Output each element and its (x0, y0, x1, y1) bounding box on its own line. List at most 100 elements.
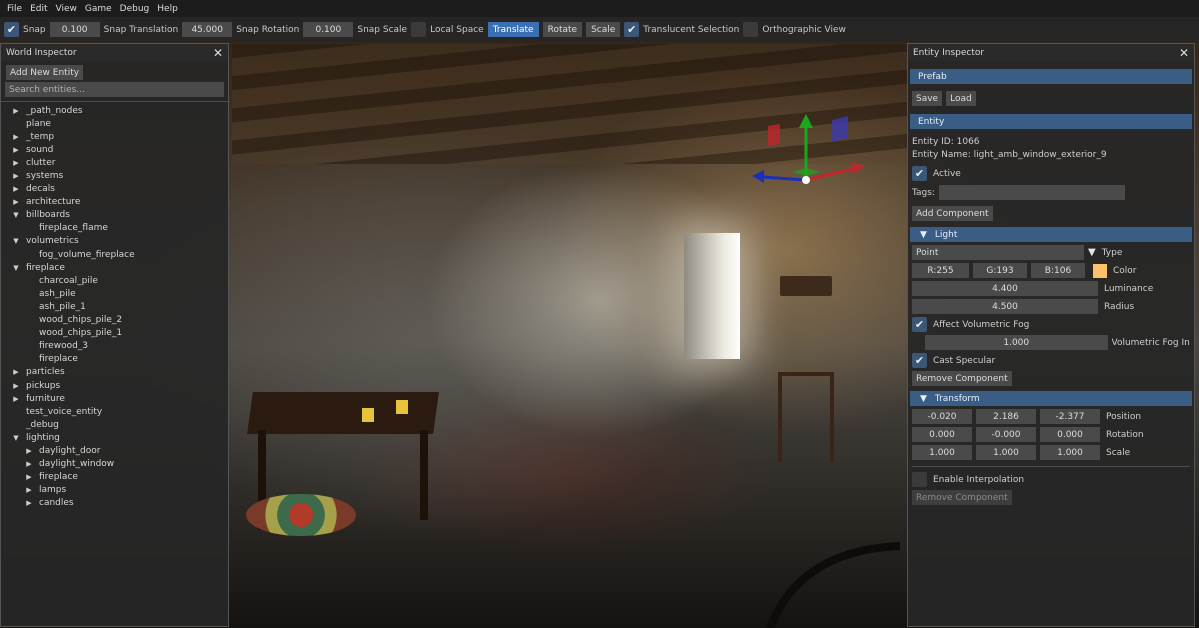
tree-item[interactable]: ▶ architecture (1, 196, 228, 209)
translate-button[interactable]: Translate (487, 22, 539, 37)
tree-item[interactable]: ▼ lighting (1, 431, 228, 444)
volumetric-fog-intensity-field[interactable]: 1.000 (925, 335, 1108, 350)
triangle-right-icon[interactable]: ▶ (11, 159, 21, 167)
save-button[interactable]: Save (912, 91, 943, 106)
position-x-field[interactable]: -0.020 (912, 409, 972, 424)
translucent-selection-checkbox[interactable]: ✔ (624, 22, 640, 37)
tree-item[interactable]: ▶ candles (1, 497, 228, 510)
entity-header[interactable]: Entity (910, 114, 1192, 129)
light-type-select[interactable]: Point (912, 245, 1084, 260)
radius-field[interactable]: 4.500 (912, 299, 1098, 314)
orthographic-view-checkbox[interactable] (743, 22, 759, 37)
enable-interpolation-checkbox[interactable] (912, 472, 927, 487)
close-icon[interactable]: ✕ (1179, 46, 1189, 60)
tree-item[interactable]: fog_volume_fireplace (1, 248, 228, 261)
triangle-down-icon[interactable]: ▼ (11, 211, 21, 219)
menu-game[interactable]: Game (81, 4, 116, 14)
menu-debug[interactable]: Debug (116, 4, 154, 14)
luminance-field[interactable]: 4.400 (912, 281, 1098, 296)
remove-transform-component-button[interactable]: Remove Component (912, 490, 1012, 505)
dropdown-arrow-icon[interactable]: ▼ (1088, 247, 1096, 258)
local-space-checkbox[interactable] (411, 22, 427, 37)
tree-item[interactable]: plane (1, 117, 228, 130)
snap-rotation-field[interactable]: 0.100 (303, 22, 354, 37)
snap-checkbox[interactable]: ✔ (4, 22, 19, 37)
snap-value-field[interactable]: 0.100 (49, 22, 100, 37)
tags-input[interactable] (938, 185, 1125, 200)
menu-edit[interactable]: Edit (26, 4, 51, 14)
world-inspector-titlebar[interactable]: World Inspector ✕ (1, 44, 228, 61)
tree-item[interactable]: ▶ daylight_door (1, 444, 228, 457)
triangle-down-icon[interactable]: ▼ (11, 434, 21, 442)
color-b-field[interactable]: B:106 (1031, 263, 1085, 278)
triangle-down-icon[interactable]: ▼ (11, 264, 21, 272)
transform-header[interactable]: ▼ Transform (910, 391, 1192, 406)
color-swatch[interactable] (1093, 263, 1107, 278)
tree-item[interactable]: firewood_3 (1, 340, 228, 353)
scale-x-field[interactable]: 1.000 (912, 445, 972, 460)
triangle-right-icon[interactable]: ▶ (11, 198, 21, 206)
tree-item[interactable]: wood_chips_pile_2 (1, 314, 228, 327)
triangle-right-icon[interactable]: ▶ (11, 107, 21, 115)
light-header[interactable]: ▼ Light (910, 227, 1192, 242)
triangle-right-icon[interactable]: ▶ (11, 368, 21, 376)
tree-item[interactable]: ash_pile (1, 287, 228, 300)
affect-volumetric-fog-checkbox[interactable]: ✔ (912, 317, 927, 332)
tree-item[interactable]: ▶ decals (1, 183, 228, 196)
cast-specular-checkbox[interactable]: ✔ (912, 353, 927, 368)
triangle-right-icon[interactable]: ▶ (11, 172, 21, 180)
remove-light-component-button[interactable]: Remove Component (912, 371, 1012, 386)
triangle-right-icon[interactable]: ▶ (11, 133, 21, 141)
triangle-right-icon[interactable]: ▶ (24, 473, 34, 481)
tree-item[interactable]: fireplace (1, 353, 228, 366)
active-checkbox[interactable]: ✔ (912, 166, 927, 181)
tree-item[interactable]: ▶ clutter (1, 156, 228, 169)
tree-item[interactable]: ▶ furniture (1, 392, 228, 405)
transform-gizmo[interactable] (748, 108, 868, 192)
scale-z-field[interactable]: 1.000 (1040, 445, 1100, 460)
rotation-z-field[interactable]: 0.000 (1040, 427, 1100, 442)
tree-item[interactable]: ▼ billboards (1, 209, 228, 222)
position-z-field[interactable]: -2.377 (1040, 409, 1100, 424)
triangle-right-icon[interactable]: ▶ (11, 395, 21, 403)
gizmo-xy-plane-icon[interactable] (768, 124, 780, 146)
triangle-right-icon[interactable]: ▶ (24, 499, 34, 507)
menu-help[interactable]: Help (153, 4, 182, 14)
triangle-right-icon[interactable]: ▶ (11, 382, 21, 390)
add-new-entity-button[interactable]: Add New Entity (6, 65, 84, 80)
snap-translation-field[interactable]: 45.000 (182, 22, 233, 37)
tree-item[interactable]: ▶ pickups (1, 379, 228, 392)
triangle-right-icon[interactable]: ▶ (24, 486, 34, 494)
rotate-button[interactable]: Rotate (542, 22, 583, 37)
rotation-x-field[interactable]: 0.000 (912, 427, 972, 442)
tree-item[interactable]: test_voice_entity (1, 405, 228, 418)
tree-item[interactable]: ▶ sound (1, 143, 228, 156)
gizmo-center-icon[interactable] (802, 176, 810, 184)
tree-item[interactable]: ash_pile_1 (1, 300, 228, 313)
triangle-right-icon[interactable]: ▶ (24, 447, 34, 455)
color-r-field[interactable]: R:255 (912, 263, 969, 278)
position-y-field[interactable]: 2.186 (976, 409, 1036, 424)
tree-item[interactable]: wood_chips_pile_1 (1, 327, 228, 340)
tree-item[interactable]: ▼ volumetrics (1, 235, 228, 248)
color-g-field[interactable]: G:193 (973, 263, 1027, 278)
tree-item[interactable]: fireplace_flame (1, 222, 228, 235)
prefab-header[interactable]: Prefab (910, 69, 1192, 84)
gizmo-yz-plane-icon[interactable] (832, 116, 848, 142)
triangle-right-icon[interactable]: ▶ (24, 460, 34, 468)
menu-file[interactable]: File (3, 4, 26, 14)
triangle-right-icon[interactable]: ▶ (11, 185, 21, 193)
close-icon[interactable]: ✕ (213, 46, 223, 60)
tree-item[interactable]: ▼ fireplace (1, 261, 228, 274)
triangle-right-icon[interactable]: ▶ (11, 146, 21, 154)
tree-item[interactable]: ▶ particles (1, 366, 228, 379)
tree-item[interactable]: charcoal_pile (1, 274, 228, 287)
menu-view[interactable]: View (52, 4, 81, 14)
gizmo-xz-plane-icon[interactable] (792, 168, 820, 176)
entity-inspector-titlebar[interactable]: Entity Inspector ✕ (908, 44, 1194, 61)
tree-item[interactable]: ▶ daylight_window (1, 458, 228, 471)
scale-y-field[interactable]: 1.000 (976, 445, 1036, 460)
tree-item[interactable]: ▶ _path_nodes (1, 104, 228, 117)
add-component-button[interactable]: Add Component (912, 206, 993, 221)
search-entities-input[interactable]: Search entities... (5, 82, 224, 97)
